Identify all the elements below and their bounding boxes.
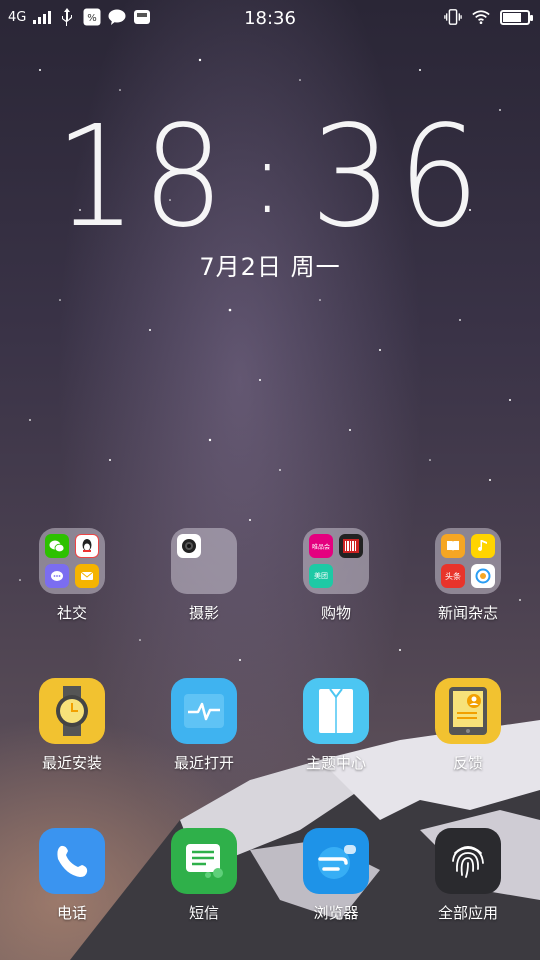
folder-news-preview: 头条 [435,528,501,594]
app-feedback[interactable]: 反馈 [418,678,518,773]
app-phone[interactable]: 电话 [22,828,122,923]
app-feedback-label: 反馈 [452,754,483,772]
app-recently-installed[interactable]: 最近安装 [22,678,122,773]
app-all-apps-label: 全部应用 [437,904,498,922]
camera-icon [177,534,201,558]
folder-shopping[interactable]: 唯品会 美团 购物 [286,528,386,623]
folder-photography-label: 摄影 [188,604,219,622]
vibrate-icon [444,8,462,26]
folder-photography-preview [171,528,237,594]
battery-icon [500,9,533,25]
tablet-user-icon [435,678,501,744]
app-recently-installed-label: 最近安装 [41,754,102,772]
app-browser[interactable]: 浏览器 [286,828,386,923]
folder-shopping-preview: 唯品会 美团 [303,528,369,594]
status-bar: 4G % 18:36 [0,0,540,36]
folder-shopping-label: 购物 [320,604,351,622]
fingerprint-icon [435,828,501,894]
folder-social-label: 社交 [56,604,87,622]
toutiao-icon: 头条 [441,564,465,588]
app-recently-opened[interactable]: 最近打开 [154,678,254,773]
pulse-icon [171,678,237,744]
mail-icon [75,564,99,588]
shirt-icon [303,678,369,744]
clock-hour: 18 [54,96,230,259]
app-browser-label: 浏览器 [313,904,359,922]
folder-photography[interactable]: 摄影 [154,528,254,623]
chat-bubble-icon [45,564,69,588]
message-icon [171,828,237,894]
status-bar-right [444,8,533,26]
book-icon [441,534,465,558]
music-note-icon [471,534,495,558]
folder-social[interactable]: 社交 [22,528,122,623]
wifi-icon [472,8,490,26]
folder-news-label: 新闻杂志 [437,604,498,622]
browser-icon [303,828,369,894]
app-messages[interactable]: 短信 [154,828,254,923]
app-all-apps[interactable]: 全部应用 [418,828,518,923]
folder-social-preview [39,528,105,594]
app-messages-label: 短信 [188,904,219,922]
clock-widget[interactable]: 18 : 36 [22,108,519,248]
clock-colon: : [251,119,289,236]
qq-icon [75,534,99,558]
date-display: 7月2日 周一 [199,253,341,281]
meituan-icon: 美团 [309,564,333,588]
wechat-icon [45,534,69,558]
browser-icon [471,564,495,588]
app-theme-center[interactable]: 主题中心 [286,678,386,773]
app-recently-opened-label: 最近打开 [173,754,234,772]
app-phone-label: 电话 [56,904,87,922]
folder-news[interactable]: 头条 新闻杂志 [418,528,518,623]
watch-icon [39,678,105,744]
barcode-icon [339,534,363,558]
clock-minute: 36 [310,96,486,259]
vipshop-icon: 唯品会 [309,534,333,558]
app-theme-center-label: 主题中心 [305,754,366,772]
phone-icon [39,828,105,894]
